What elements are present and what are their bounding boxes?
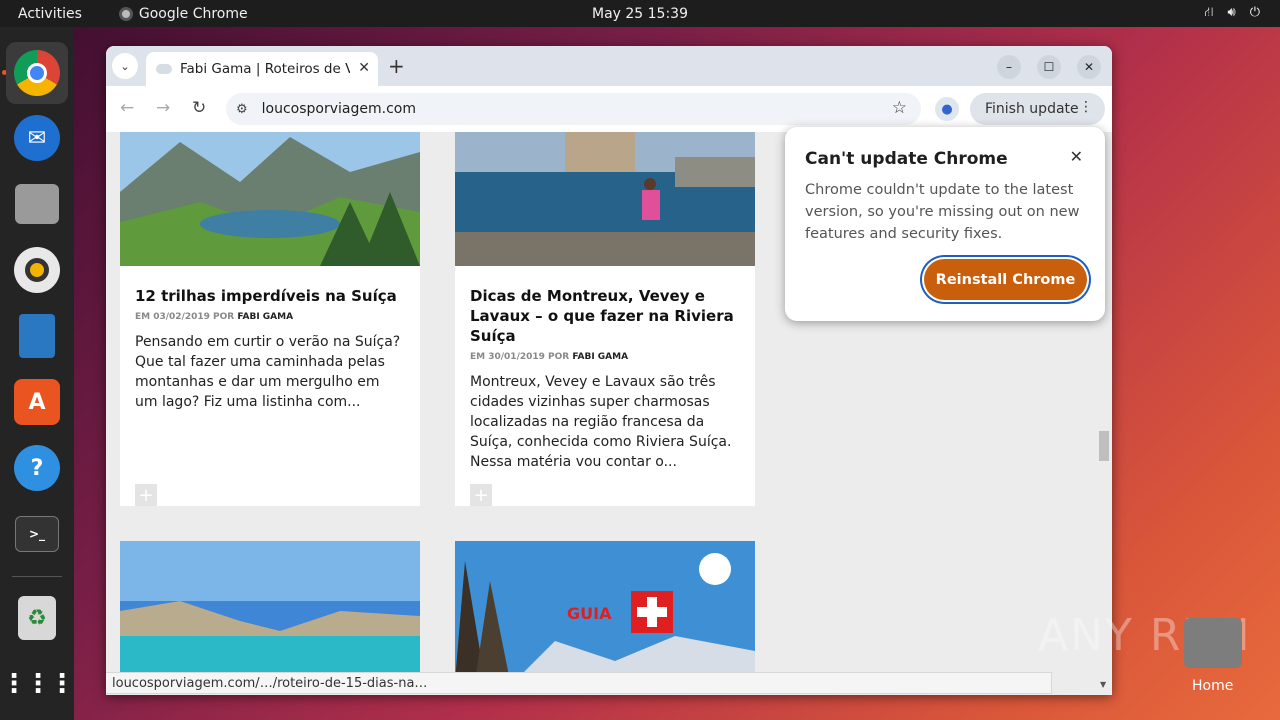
post-card[interactable] xyxy=(120,541,420,681)
post-title[interactable]: Dicas de Montreux, Vevey e Lavaux – o qu… xyxy=(470,286,740,346)
more-icon[interactable]: ⋮ xyxy=(1079,99,1093,115)
system-tray[interactable]: ⛙ 🔊︎ ⏻ xyxy=(1204,5,1260,22)
status-bubble: loucosporviagem.com/…/roteiro-de-15-dias… xyxy=(106,672,1052,694)
power-icon: ⏻ xyxy=(1249,5,1260,20)
home-folder-icon[interactable] xyxy=(1184,618,1242,668)
post-excerpt: Pensando em curtir o verão na Suíça? Que… xyxy=(135,334,401,410)
tab-strip: ⌄ Fabi Gama | Roteiros de Viagem ✕ + – ☐… xyxy=(106,46,1112,86)
forward-button[interactable]: → xyxy=(156,98,170,118)
dock-app-center[interactable]: A xyxy=(6,371,68,433)
post-meta: EM 03/02/2019 POR FABI GAMA xyxy=(135,312,405,322)
network-icon: ⛙ xyxy=(1204,5,1214,20)
reinstall-chrome-button[interactable]: Reinstall Chrome xyxy=(924,259,1087,300)
files-icon xyxy=(15,184,59,224)
guide-text: GUIA xyxy=(567,604,612,623)
post-date: EM 03/02/2019 POR xyxy=(135,312,235,322)
post-meta: EM 30/01/2019 POR FABI GAMA xyxy=(470,352,740,362)
dock-trash[interactable]: ♻ xyxy=(6,587,68,649)
writer-icon xyxy=(19,314,55,358)
post-image-mountain-lake[interactable] xyxy=(120,132,420,266)
trash-icon: ♻ xyxy=(18,596,56,640)
post-date: EM 30/01/2019 POR xyxy=(470,352,570,362)
close-icon[interactable]: ✕ xyxy=(358,60,370,76)
new-tab-button[interactable]: + xyxy=(388,54,405,78)
finish-update-label: Finish update xyxy=(985,101,1079,117)
post-title[interactable]: 12 trilhas imperdíveis na Suíça xyxy=(135,286,405,306)
dock-rhythmbox[interactable] xyxy=(6,239,68,301)
help-icon: ? xyxy=(14,445,60,491)
home-folder-label[interactable]: Home xyxy=(1192,678,1233,694)
dock-show-apps[interactable]: ⋮⋮⋮ xyxy=(1,653,75,715)
reload-button[interactable]: ↻ xyxy=(192,98,206,118)
app-name: Google Chrome xyxy=(138,5,248,22)
close-icon[interactable]: ✕ xyxy=(1070,147,1083,166)
toolbar: ← → ↻ ⚙ loucosporviagem.com ☆ ● Finish u… xyxy=(106,86,1112,132)
back-button[interactable]: ← xyxy=(120,98,134,118)
update-error-dialog: Can't update Chrome ✕ Chrome couldn't up… xyxy=(785,127,1105,321)
close-window-button[interactable]: ✕ xyxy=(1077,55,1101,79)
maximize-button[interactable]: ☐ xyxy=(1037,55,1061,79)
dock-separator xyxy=(12,576,62,577)
address-bar[interactable]: ⚙ loucosporviagem.com ☆ xyxy=(226,93,921,125)
expand-plus-icon[interactable]: + xyxy=(470,484,492,506)
bookmark-star-icon[interactable]: ☆ xyxy=(892,98,907,118)
profile-icon[interactable]: ● xyxy=(935,97,959,121)
volume-icon: 🔊︎ xyxy=(1227,5,1236,20)
clock[interactable]: May 25 15:39 xyxy=(592,6,688,22)
post-card[interactable]: 12 trilhas imperdíveis na Suíça EM 03/02… xyxy=(120,132,420,506)
dock: ✉ A ? >_ ♻ ⋮⋮⋮ xyxy=(0,27,75,720)
dock-terminal[interactable]: >_ xyxy=(6,503,68,565)
post-card[interactable]: Dicas de Montreux, Vevey e Lavaux – o qu… xyxy=(455,132,755,506)
scrollbar-thumb[interactable] xyxy=(1099,431,1109,461)
post-author[interactable]: FABI GAMA xyxy=(237,312,293,322)
chrome-icon xyxy=(14,50,60,96)
activities-button[interactable]: Activities xyxy=(18,6,82,22)
url-text: loucosporviagem.com xyxy=(261,101,416,117)
post-image-lake-castle[interactable] xyxy=(455,132,755,266)
chevron-down-icon: ⌄ xyxy=(120,59,130,73)
dock-chrome[interactable] xyxy=(6,42,68,104)
app-menu[interactable]: Google Chrome xyxy=(118,5,248,22)
post-image-beach[interactable] xyxy=(120,541,420,681)
dock-files[interactable] xyxy=(6,173,68,235)
post-card[interactable]: GUIA xyxy=(455,541,755,681)
tab-title: Fabi Gama | Roteiros de Viagem xyxy=(180,61,350,77)
dock-writer[interactable] xyxy=(6,305,68,367)
tab-active[interactable]: Fabi Gama | Roteiros de Viagem ✕ xyxy=(146,52,378,86)
scroll-down-arrow-icon[interactable]: ▼ xyxy=(1100,680,1106,689)
dock-thunderbird[interactable]: ✉ xyxy=(6,107,68,169)
site-info-icon[interactable]: ⚙ xyxy=(236,102,248,117)
tab-search-button[interactable]: ⌄ xyxy=(112,53,138,79)
expand-plus-icon[interactable]: + xyxy=(135,484,157,506)
finish-update-button[interactable]: Finish update ⋮ xyxy=(970,93,1105,125)
app-center-icon: A xyxy=(14,379,60,425)
dialog-body: Chrome couldn't update to the latest ver… xyxy=(805,182,1080,242)
post-excerpt: Montreux, Vevey e Lavaux são três cidade… xyxy=(470,374,732,470)
dialog-title: Can't update Chrome xyxy=(805,149,1008,169)
dock-help[interactable]: ? xyxy=(6,437,68,499)
grid-icon: ⋮⋮⋮ xyxy=(1,669,75,699)
post-author[interactable]: FABI GAMA xyxy=(572,352,628,362)
cloud-icon xyxy=(156,64,172,74)
rhythmbox-icon xyxy=(14,247,60,293)
post-image-swiss-guide[interactable]: GUIA xyxy=(455,541,755,681)
top-bar: Activities Google Chrome May 25 15:39 ⛙ … xyxy=(0,0,1280,27)
thunderbird-icon: ✉ xyxy=(14,115,60,161)
minimize-button[interactable]: – xyxy=(997,55,1021,79)
chrome-small-icon xyxy=(118,6,133,21)
terminal-icon: >_ xyxy=(15,516,59,552)
